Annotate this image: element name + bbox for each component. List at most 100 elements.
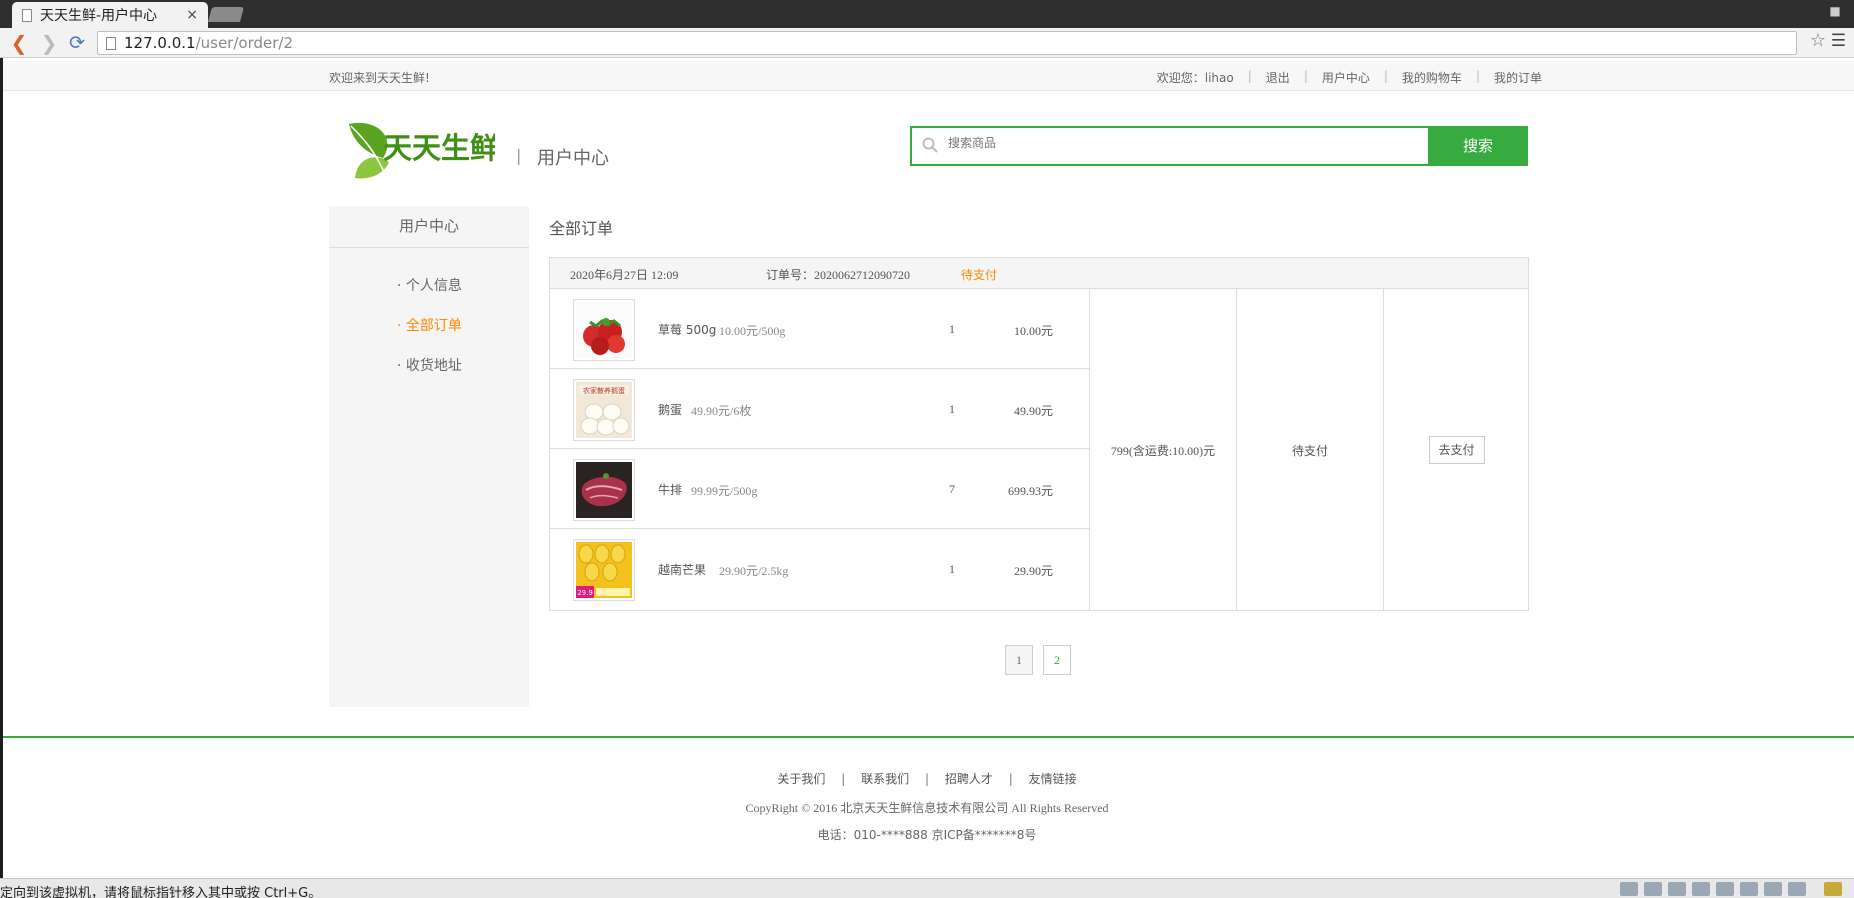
order-number: 订单号：2020062712090720 <box>766 268 911 282</box>
browser-menu-icon[interactable]: ☰ <box>1831 31 1846 51</box>
divider: | <box>1303 69 1308 83</box>
order-status-badge: 待支付 <box>961 268 998 282</box>
divider: | <box>924 772 930 786</box>
hard-disk-icon[interactable] <box>1620 882 1638 896</box>
sidebar: 用户中心 · 个人信息 · 全部订单 · 收货地址 <box>329 206 529 707</box>
new-tab-button[interactable] <box>207 7 245 22</box>
search-box <box>910 126 1428 166</box>
cd-rom-icon[interactable] <box>1644 882 1662 896</box>
back-icon[interactable]: ❮ <box>8 32 30 54</box>
bookmark-star-icon[interactable]: ☆ <box>1810 30 1826 51</box>
svg-text:农家散养鹅蛋: 农家散养鹅蛋 <box>583 386 625 395</box>
profile-icon[interactable]: ■ <box>1826 4 1844 22</box>
pay-button[interactable]: 去支付 <box>1428 436 1485 464</box>
welcome-text: 欢迎来到天天生鲜! <box>329 71 430 85</box>
goods-subtotal: 10.00元 <box>1013 324 1053 338</box>
order-header: 2020年6月27日 12:09 订单号：2020062712090720 待支… <box>550 258 1528 289</box>
user-greeting: 欢迎您：lihao <box>1156 71 1234 85</box>
sidebar-item-profile[interactable]: · 个人信息 <box>329 266 529 306</box>
order-total: 799(含运费:10.00)元 <box>1089 289 1236 611</box>
copyright: CopyRight © 2016 北京天天生鲜信息技术有限公司 All Righ… <box>745 801 1109 815</box>
pagination: 1 2 <box>1005 645 1071 675</box>
sidebar-item-orders[interactable]: · 全部订单 <box>329 306 529 346</box>
order-status: 待支付 <box>1236 289 1383 611</box>
page-title: 全部订单 <box>549 219 614 238</box>
page-link-2[interactable]: 2 <box>1043 645 1071 675</box>
display-icon[interactable] <box>1788 882 1806 896</box>
goods-count: 7 <box>949 482 955 496</box>
search-icon <box>922 137 938 153</box>
goods-name[interactable]: 鹅蛋 <box>658 401 682 418</box>
strawberry-image[interactable] <box>573 299 635 361</box>
tab-close-icon[interactable]: × <box>186 7 198 23</box>
footer-jobs-link[interactable]: 招聘人才 <box>945 772 993 786</box>
footer-friends-link[interactable]: 友情链接 <box>1029 772 1077 786</box>
svg-text:29.9: 29.9 <box>577 589 593 597</box>
order-date: 2020年6月27日 12:09 <box>570 268 679 282</box>
browser-tab[interactable]: 天天生鲜-用户中心 × <box>12 2 208 28</box>
goods-list: 草莓 500g 10.00元/500g 1 10.00元 农家散养鹅蛋 鹅蛋 4… <box>550 289 1089 609</box>
goods-name[interactable]: 越南芒果 <box>658 561 706 578</box>
network-icon[interactable] <box>1692 882 1710 896</box>
page-link-1[interactable]: 1 <box>1005 645 1033 675</box>
usb-icon[interactable] <box>1716 882 1734 896</box>
divider: | <box>1247 69 1252 83</box>
logout-link[interactable]: 退出 <box>1266 69 1290 86</box>
goose-eggs-image[interactable]: 农家散养鹅蛋 <box>573 379 635 441</box>
search-input[interactable] <box>948 136 1408 150</box>
reload-icon[interactable]: ⟳ <box>66 32 88 54</box>
order-card: 2020年6月27日 12:09 订单号：2020062712090720 待支… <box>549 257 1529 611</box>
my-orders-link[interactable]: 我的订单 <box>1494 69 1542 86</box>
goods-count: 1 <box>949 402 955 416</box>
divider: | <box>841 772 846 786</box>
goods-row: 29.9 越南芒果 29.90元/2.5kg 1 29.90元 <box>550 529 1089 609</box>
goods-row: 农家散养鹅蛋 鹅蛋 49.90元/6枚 1 49.90元 <box>550 369 1089 449</box>
url-path: /user/order/2 <box>195 34 293 52</box>
goods-unit-price: 29.90元/2.5kg <box>719 564 789 578</box>
goods-row: 草莓 500g 10.00元/500g 1 10.00元 <box>550 289 1089 369</box>
site-top-bar: 欢迎来到天天生鲜! 欢迎您：lihao | 退出 | 用户中心 | 我的购物车 … <box>3 61 1854 91</box>
vm-device-icons <box>1620 882 1842 896</box>
goods-subtotal: 49.90元 <box>1013 404 1053 418</box>
divider: | <box>1383 69 1388 83</box>
order-action-cell: 去支付 <box>1383 289 1529 611</box>
tab-title: 天天生鲜-用户中心 <box>40 8 158 24</box>
goods-unit-price: 49.90元/6枚 <box>691 404 752 418</box>
sidebar-item-address[interactable]: · 收货地址 <box>329 346 529 386</box>
divider: | <box>1008 772 1013 786</box>
browser-toolbar: ❮ ❯ ⟳ 127.0.0.1/user/order/2 <box>0 28 1854 58</box>
address-bar[interactable]: 127.0.0.1/user/order/2 <box>97 31 1797 55</box>
goods-row: 牛排 99.99元/500g 7 699.93元 <box>550 449 1089 529</box>
footer-contact-link[interactable]: 联系我们 <box>861 772 909 786</box>
footer-about-link[interactable]: 关于我们 <box>777 772 825 786</box>
footer-divider <box>3 736 1854 738</box>
user-links: 欢迎您：lihao | 退出 | 用户中心 | 我的购物车 | 我的订单 <box>1157 69 1542 86</box>
sidebar-title: 用户中心 <box>329 206 529 248</box>
document-icon <box>106 36 116 50</box>
url-host: 127.0.0.1 <box>124 34 196 52</box>
window-edge <box>0 58 3 878</box>
logo-divider: | <box>516 146 522 165</box>
browser-tabstrip: 天天生鲜-用户中心 × ■ <box>0 0 1854 28</box>
svg-text:天天生鲜: 天天生鲜 <box>383 131 495 165</box>
page-subtitle: 用户中心 <box>537 148 609 169</box>
cart-link[interactable]: 我的购物车 <box>1402 69 1462 86</box>
floppy-icon[interactable] <box>1668 882 1686 896</box>
goods-subtotal: 29.90元 <box>1013 564 1053 578</box>
forward-icon[interactable]: ❯ <box>38 32 60 54</box>
steak-image[interactable] <box>573 459 635 521</box>
vm-status-bar: 定向到该虚拟机，请将鼠标指针移入其中或按 Ctrl+G。 <box>0 878 1854 898</box>
sound-icon[interactable] <box>1740 882 1758 896</box>
goods-name[interactable]: 草莓 500g <box>658 321 716 338</box>
mango-image[interactable]: 29.9 <box>573 539 635 601</box>
page-icon <box>22 8 32 22</box>
printer-icon[interactable] <box>1764 882 1782 896</box>
goods-subtotal: 699.93元 <box>1007 484 1053 498</box>
goods-name[interactable]: 牛排 <box>658 481 682 498</box>
divider: | <box>1475 69 1480 83</box>
vm-status-message: 定向到该虚拟机，请将鼠标指针移入其中或按 Ctrl+G。 <box>0 886 322 898</box>
search-button[interactable]: 搜索 <box>1428 126 1528 166</box>
message-icon[interactable] <box>1824 882 1842 896</box>
site-logo[interactable]: 天天生鲜 <box>345 118 499 180</box>
user-center-link[interactable]: 用户中心 <box>1322 69 1370 86</box>
